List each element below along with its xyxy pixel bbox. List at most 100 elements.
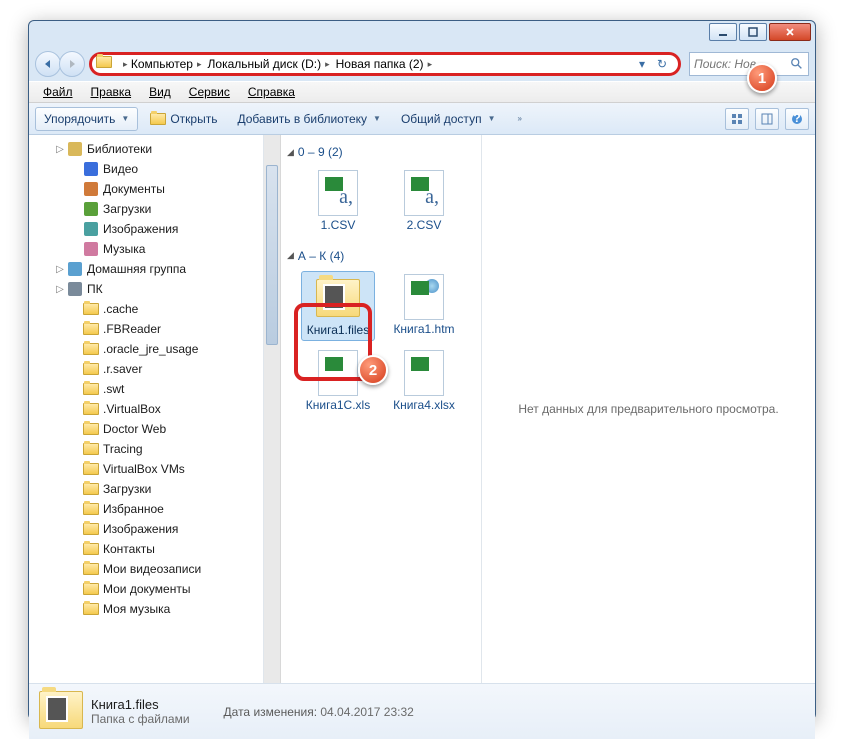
annotation-marker-2: 2	[358, 355, 388, 385]
group-label: А – К (4)	[298, 249, 344, 263]
open-button[interactable]: Открыть	[142, 107, 225, 131]
menu-file[interactable]: Файл	[35, 83, 81, 101]
organize-button[interactable]: Упорядочить▼	[35, 107, 138, 131]
tree-item[interactable]: .r.saver	[29, 359, 263, 379]
folder-icon	[83, 441, 99, 457]
preview-pane-button[interactable]	[755, 108, 779, 130]
svg-text:?: ?	[793, 113, 800, 125]
crumb-drive[interactable]: Локальный диск (D:)▸	[205, 57, 333, 71]
tree-item-label: Изображения	[103, 222, 178, 236]
tree-item-label: .swt	[103, 382, 124, 396]
tree-item[interactable]: ▷Домашняя группа	[29, 259, 263, 279]
tree-item-label: Документы	[103, 182, 165, 196]
folder-icon	[83, 341, 99, 357]
collapse-icon: ◢	[287, 147, 294, 158]
file-label: Книга1.htm	[393, 323, 454, 337]
tree-item[interactable]: ▷Библиотеки	[29, 139, 263, 159]
file-item[interactable]: Книга1.htm	[387, 271, 461, 341]
file-label: Книга4.xlsx	[393, 399, 455, 413]
tree-item-label: .FBReader	[103, 322, 161, 336]
folder-open-icon	[150, 113, 166, 125]
tree-item-label: Видео	[103, 162, 138, 176]
tree-item[interactable]: Документы	[29, 179, 263, 199]
close-button[interactable]	[769, 23, 811, 41]
menu-help[interactable]: Справка	[240, 83, 303, 101]
tree-item[interactable]: .VirtualBox	[29, 399, 263, 419]
tree-item[interactable]: VirtualBox VMs	[29, 459, 263, 479]
tree-item[interactable]: Музыка	[29, 239, 263, 259]
tree-item[interactable]: ▷ПК	[29, 279, 263, 299]
share-button[interactable]: Общий доступ▼	[393, 107, 504, 131]
collapse-icon: ◢	[287, 250, 294, 261]
group-label: 0 – 9 (2)	[298, 145, 343, 159]
help-button[interactable]: ?	[785, 108, 809, 130]
toolbar-overflow[interactable]: »	[507, 107, 529, 131]
tree-item[interactable]: Моя музыка	[29, 599, 263, 619]
folder-icon	[83, 361, 99, 377]
crumb-folder[interactable]: Новая папка (2)▸	[333, 57, 435, 71]
file-item[interactable]: Книга4.xlsx	[387, 347, 461, 415]
refresh-button[interactable]: ↻	[652, 54, 672, 74]
tree-item[interactable]: Изображения	[29, 219, 263, 239]
back-button[interactable]	[35, 51, 61, 77]
menu-view[interactable]: Вид	[141, 83, 179, 101]
tree-toggle-icon[interactable]: ▷	[53, 264, 67, 275]
crumb-computer[interactable]: ▸ Компьютер▸	[116, 57, 205, 71]
tree-toggle-icon[interactable]: ▷	[53, 284, 67, 295]
video-icon	[83, 161, 99, 177]
navigation-row: ▸ Компьютер▸ Локальный диск (D:)▸ Новая …	[29, 47, 815, 81]
minimize-button[interactable]	[709, 23, 737, 41]
xlsx-icon	[400, 349, 448, 397]
content-scrollbar[interactable]	[264, 135, 281, 683]
navigation-tree[interactable]: ▷Библиотеки Видео Документы Загрузки Изо…	[29, 135, 264, 683]
address-dropdown[interactable]: ▾	[632, 54, 652, 74]
tree-item[interactable]: Загрузки	[29, 479, 263, 499]
tree-item[interactable]: Избранное	[29, 499, 263, 519]
tree-item-label: VirtualBox VMs	[103, 462, 185, 476]
view-options-button[interactable]	[725, 108, 749, 130]
tree-item[interactable]: .oracle_jre_usage	[29, 339, 263, 359]
tree-item-label: Загрузки	[103, 482, 151, 496]
tree-item-label: Моя музыка	[103, 602, 170, 616]
tree-item[interactable]: .cache	[29, 299, 263, 319]
group-header[interactable]: ◢ А – К (4)	[285, 245, 477, 267]
file-label: Книга1.files	[307, 324, 369, 338]
tree-item-label: Изображения	[103, 522, 178, 536]
maximize-button[interactable]	[739, 23, 767, 41]
libraries-icon	[67, 141, 83, 157]
tree-item[interactable]: .swt	[29, 379, 263, 399]
file-item[interactable]: a,1.CSV	[301, 167, 375, 235]
tree-item[interactable]: Doctor Web	[29, 419, 263, 439]
tree-item[interactable]: Tracing	[29, 439, 263, 459]
folder-icon	[83, 381, 99, 397]
scrollbar-thumb[interactable]	[266, 165, 278, 345]
add-to-library-button[interactable]: Добавить в библиотеку▼	[229, 107, 388, 131]
menu-tools[interactable]: Сервис	[181, 83, 238, 101]
homegroup-icon	[67, 261, 83, 277]
tree-toggle-icon[interactable]: ▷	[53, 144, 67, 155]
folder-icon	[83, 481, 99, 497]
tree-item[interactable]: Загрузки	[29, 199, 263, 219]
tree-item-label: Музыка	[103, 242, 145, 256]
preview-empty-text: Нет данных для предварительного просмотр…	[518, 402, 778, 416]
file-item[interactable]: Книга1.files	[301, 271, 375, 341]
address-bar[interactable]: ▸ Компьютер▸ Локальный диск (D:)▸ Новая …	[89, 52, 681, 76]
folder-icon	[83, 301, 99, 317]
tree-item[interactable]: Мои документы	[29, 579, 263, 599]
forward-button[interactable]	[59, 51, 85, 77]
file-item[interactable]: a,2.CSV	[387, 167, 461, 235]
group-header[interactable]: ◢ 0 – 9 (2)	[285, 141, 477, 163]
csv-icon: a,	[400, 169, 448, 217]
computer-icon	[67, 281, 83, 297]
htm-icon	[400, 273, 448, 321]
tree-item-label: .oracle_jre_usage	[103, 342, 198, 356]
titlebar	[29, 21, 815, 47]
tree-item[interactable]: Изображения	[29, 519, 263, 539]
tree-item[interactable]: .FBReader	[29, 319, 263, 339]
tree-item[interactable]: Видео	[29, 159, 263, 179]
toolbar: Упорядочить▼ Открыть Добавить в библиоте…	[29, 103, 815, 135]
menu-edit[interactable]: Правка	[83, 83, 140, 101]
folder-icon	[314, 274, 362, 322]
tree-item[interactable]: Контакты	[29, 539, 263, 559]
tree-item[interactable]: Мои видеозаписи	[29, 559, 263, 579]
